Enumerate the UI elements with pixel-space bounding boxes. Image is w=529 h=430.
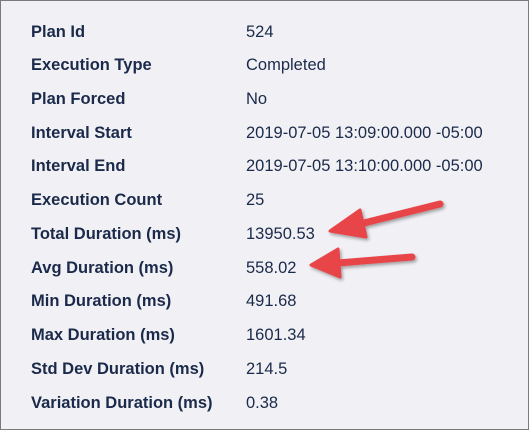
execution-type-value: Completed bbox=[246, 56, 326, 74]
std-dev-duration-value: 214.5 bbox=[246, 360, 288, 378]
row-plan-forced: Plan Forced No bbox=[1, 82, 528, 116]
std-dev-duration-label: Std Dev Duration (ms) bbox=[31, 360, 205, 378]
total-duration-value: 13950.53 bbox=[246, 225, 315, 243]
plan-forced-value: No bbox=[246, 90, 268, 108]
row-avg-duration: Avg Duration (ms) 558.02 bbox=[1, 251, 528, 285]
max-duration-label: Max Duration (ms) bbox=[31, 326, 175, 344]
plan-id-value: 524 bbox=[246, 23, 274, 41]
execution-count-value: 25 bbox=[246, 191, 265, 209]
execution-type-label: Execution Type bbox=[31, 56, 152, 74]
row-interval-end: Interval End 2019-07-05 13:10:00.000 -05… bbox=[1, 149, 528, 183]
row-interval-start: Interval Start 2019-07-05 13:09:00.000 -… bbox=[1, 116, 528, 150]
row-min-duration: Min Duration (ms) 491.68 bbox=[1, 284, 528, 318]
plan-id-label: Plan Id bbox=[31, 23, 86, 41]
min-duration-value: 491.68 bbox=[246, 292, 297, 310]
interval-end-value: 2019-07-05 13:10:00.000 -05:00 bbox=[246, 157, 483, 175]
plan-details-tooltip: Plan Id 524 Execution Type Completed Pla… bbox=[0, 0, 529, 430]
row-max-duration: Max Duration (ms) 1601.34 bbox=[1, 318, 528, 352]
row-total-duration: Total Duration (ms) 13950.53 bbox=[1, 217, 528, 251]
interval-end-label: Interval End bbox=[31, 157, 126, 175]
execution-count-label: Execution Count bbox=[31, 191, 163, 209]
min-duration-label: Min Duration (ms) bbox=[31, 292, 172, 310]
variation-duration-value: 0.38 bbox=[246, 394, 279, 412]
avg-duration-value: 558.02 bbox=[246, 259, 297, 277]
avg-duration-label: Avg Duration (ms) bbox=[31, 259, 174, 277]
row-execution-count: Execution Count 25 bbox=[1, 183, 528, 217]
row-execution-type: Execution Type Completed bbox=[1, 48, 528, 82]
row-plan-id: Plan Id 524 bbox=[1, 15, 528, 49]
interval-start-value: 2019-07-05 13:09:00.000 -05:00 bbox=[246, 124, 483, 142]
row-std-dev-duration: Std Dev Duration (ms) 214.5 bbox=[1, 352, 528, 386]
max-duration-value: 1601.34 bbox=[246, 326, 306, 344]
variation-duration-label: Variation Duration (ms) bbox=[31, 394, 213, 412]
interval-start-label: Interval Start bbox=[31, 124, 132, 142]
row-variation-duration: Variation Duration (ms) 0.38 bbox=[1, 386, 528, 420]
total-duration-label: Total Duration (ms) bbox=[31, 225, 182, 243]
plan-forced-label: Plan Forced bbox=[31, 90, 126, 108]
